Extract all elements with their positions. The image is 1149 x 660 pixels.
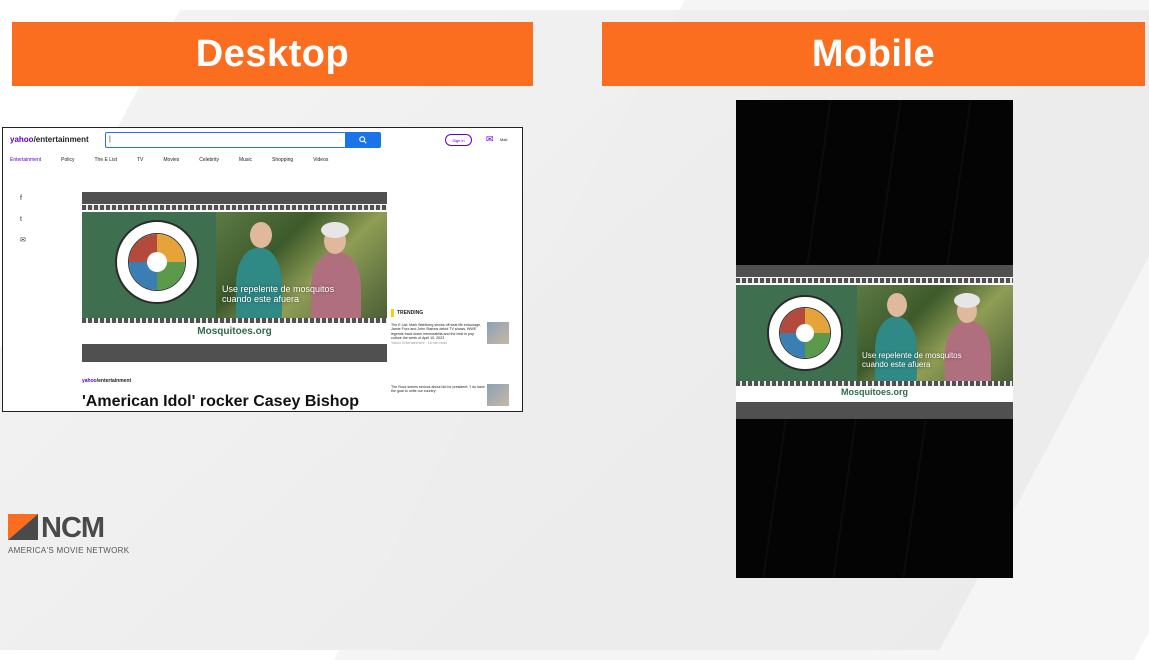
mail-label[interactable]: Mail [500,137,507,142]
ad-top-band [82,192,387,204]
nav-item-videos[interactable]: Videos [313,157,328,163]
nav-item-the-e-list[interactable]: The E List [94,157,117,163]
nav-item-celebrity[interactable]: Celebrity [199,157,219,163]
yahoo-entertainment-logo[interactable]: yahoo/entertainment [10,135,89,144]
mobile-screenshot: Use repelente de mosquitos cuando este a… [736,100,1013,578]
article-headline[interactable]: 'American Idol' rocker Casey Bishop [82,393,359,411]
sign-in-button[interactable]: Sign in [445,134,472,146]
trending-item-1[interactable]: The E List: Mark Wahlberg shows off seat… [391,323,485,345]
filmstrip-bottom [736,381,1013,386]
man-figure [875,317,917,381]
desktop-header: Desktop [12,22,533,86]
mobile-header: Mobile [602,22,1145,86]
mosquito-ad-mobile[interactable]: Use repelente de mosquitos cuando este a… [736,265,1013,419]
ad-bottom-band [82,344,387,362]
mail-icon[interactable]: ✉ [486,134,494,145]
man-figure [236,248,282,318]
twitter-share-icon[interactable]: t [20,216,22,223]
trending-thumb-1[interactable] [487,322,509,344]
ad-bottom-band [736,402,1013,419]
nav-item-tv[interactable]: TV [137,157,143,163]
trending-item-2[interactable]: The Rock seems serious about bid for pre… [391,385,485,394]
ad-photo: Use repelente de mosquitos cuando este a… [216,212,387,318]
woman-hair [321,222,349,238]
search-button[interactable] [345,132,381,148]
man-head [250,222,272,248]
woman-hair [954,293,980,308]
category-nav: Entertainment Policy The E List TV Movie… [10,157,348,163]
ad-photo: Use repelente de mosquitos cuando este a… [857,285,1013,381]
ad-url[interactable]: Mosquitoes.org [736,387,1013,397]
ad-caption: Use repelente de mosquitos cuando este a… [862,351,962,370]
article-brand-label: yahoo/entertainment [82,378,132,384]
nav-item-movies[interactable]: Movies [163,157,179,163]
ncm-wordmark: NCM [41,512,105,544]
ad-top-band [736,265,1013,277]
trending-label: TRENDING [397,310,424,316]
ncm-tagline: AMERICA'S MOVIE NETWORK [8,546,130,555]
yahoo-topbar: yahoo/entertainment | Sign in ✉ Mail [3,128,522,152]
filmstrip-top [82,205,387,210]
county-seal-icon [115,220,199,304]
nav-item-entertainment[interactable]: Entertainment [10,157,41,163]
ad-caption: Use repelente de mosquitos cuando este a… [222,284,335,305]
nav-item-shopping[interactable]: Shopping [272,157,293,163]
facebook-share-icon[interactable]: f [20,195,22,202]
nav-item-policy[interactable]: Policy [61,157,74,163]
nav-item-music[interactable]: Music [239,157,252,163]
mosquito-ad-desktop[interactable]: Use repelente de mosquitos cuando este a… [82,192,387,362]
man-head [887,293,907,317]
search-input[interactable]: | [105,132,347,148]
search-icon [359,136,367,144]
desktop-screenshot: yahoo/entertainment | Sign in ✉ Mail Ent… [2,127,523,412]
filmstrip-bottom [82,318,387,323]
ncm-logo-mark-icon [8,514,38,540]
email-share-icon[interactable]: ✉ [20,236,26,244]
filmstrip-top [736,278,1013,283]
county-seal-icon [767,295,843,371]
ad-url[interactable]: Mosquitoes.org [82,326,387,337]
trending-marker [391,309,394,317]
trending-thumb-2[interactable] [487,384,509,406]
